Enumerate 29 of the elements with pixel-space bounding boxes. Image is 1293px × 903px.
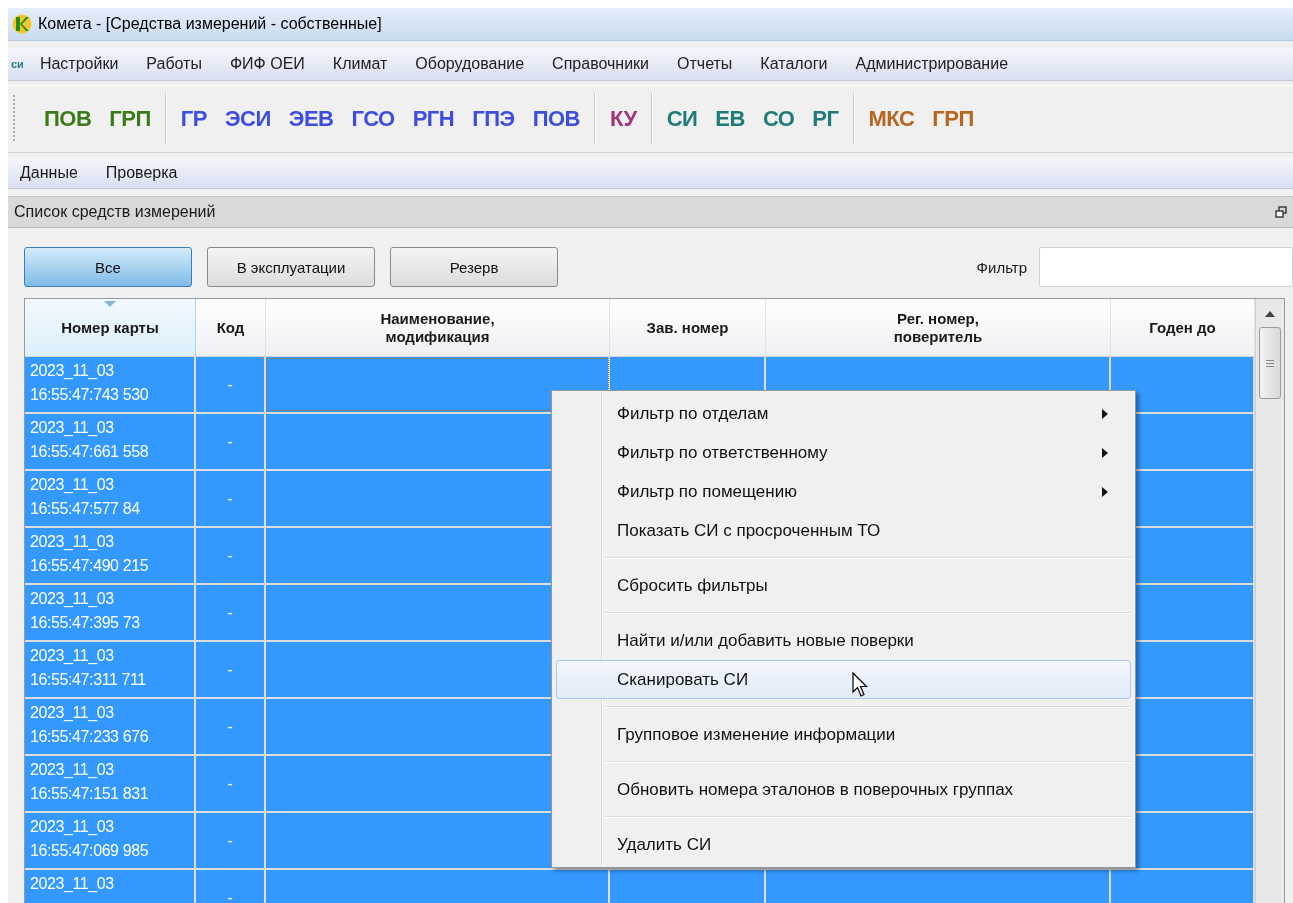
column-header-label: Номер карты [61,318,159,337]
column-header-label: Наименование, модификация [380,310,495,345]
table-cell: 2023_11_03 16:55:47:151 831 [25,756,196,811]
window-title: Комета - [Средства измерений - собственные] [38,15,382,33]
table-cell: 2023_11_03 16:55:47:661 558 [25,414,196,469]
table-cell: - [196,528,266,583]
table-cell: 2023_11_03 16:55:47:490 215 [25,528,196,583]
table-cell: - [196,813,266,868]
panel-title: Список средств измерений [14,203,216,221]
table-cell: 2023_11_03 16:55:47:069 985 [25,813,196,868]
table-cell: - [196,585,266,640]
table-cell: 2023_11_03 16:55:47:577 84 [25,471,196,526]
column-header-label: Зав. номер [646,318,729,337]
table-cell: - [196,471,266,526]
column-header-label: Рег. номер, поверитель [893,310,983,345]
table-cell: - [196,870,266,903]
table-cell: - [196,756,266,811]
table-cell: - [196,642,266,697]
table-cell: 2023_11_03 16:55:47:311 711 [25,642,196,697]
column-header-label: Код [216,318,245,337]
table-cell: 2023_11_03 16:55:47:233 676 [25,699,196,754]
table-cell: 2023_11_03 16:55:47:743 530 [25,357,196,412]
table-cell: - [196,357,266,412]
table-cell: - [196,414,266,469]
table-cell: 2023_11_03 [25,870,196,903]
table-cell: - [196,699,266,754]
column-header-label: Годен до [1149,318,1216,337]
table-cell: 2023_11_03 16:55:47:395 73 [25,585,196,640]
filter-label: Фильтр [976,258,1027,276]
